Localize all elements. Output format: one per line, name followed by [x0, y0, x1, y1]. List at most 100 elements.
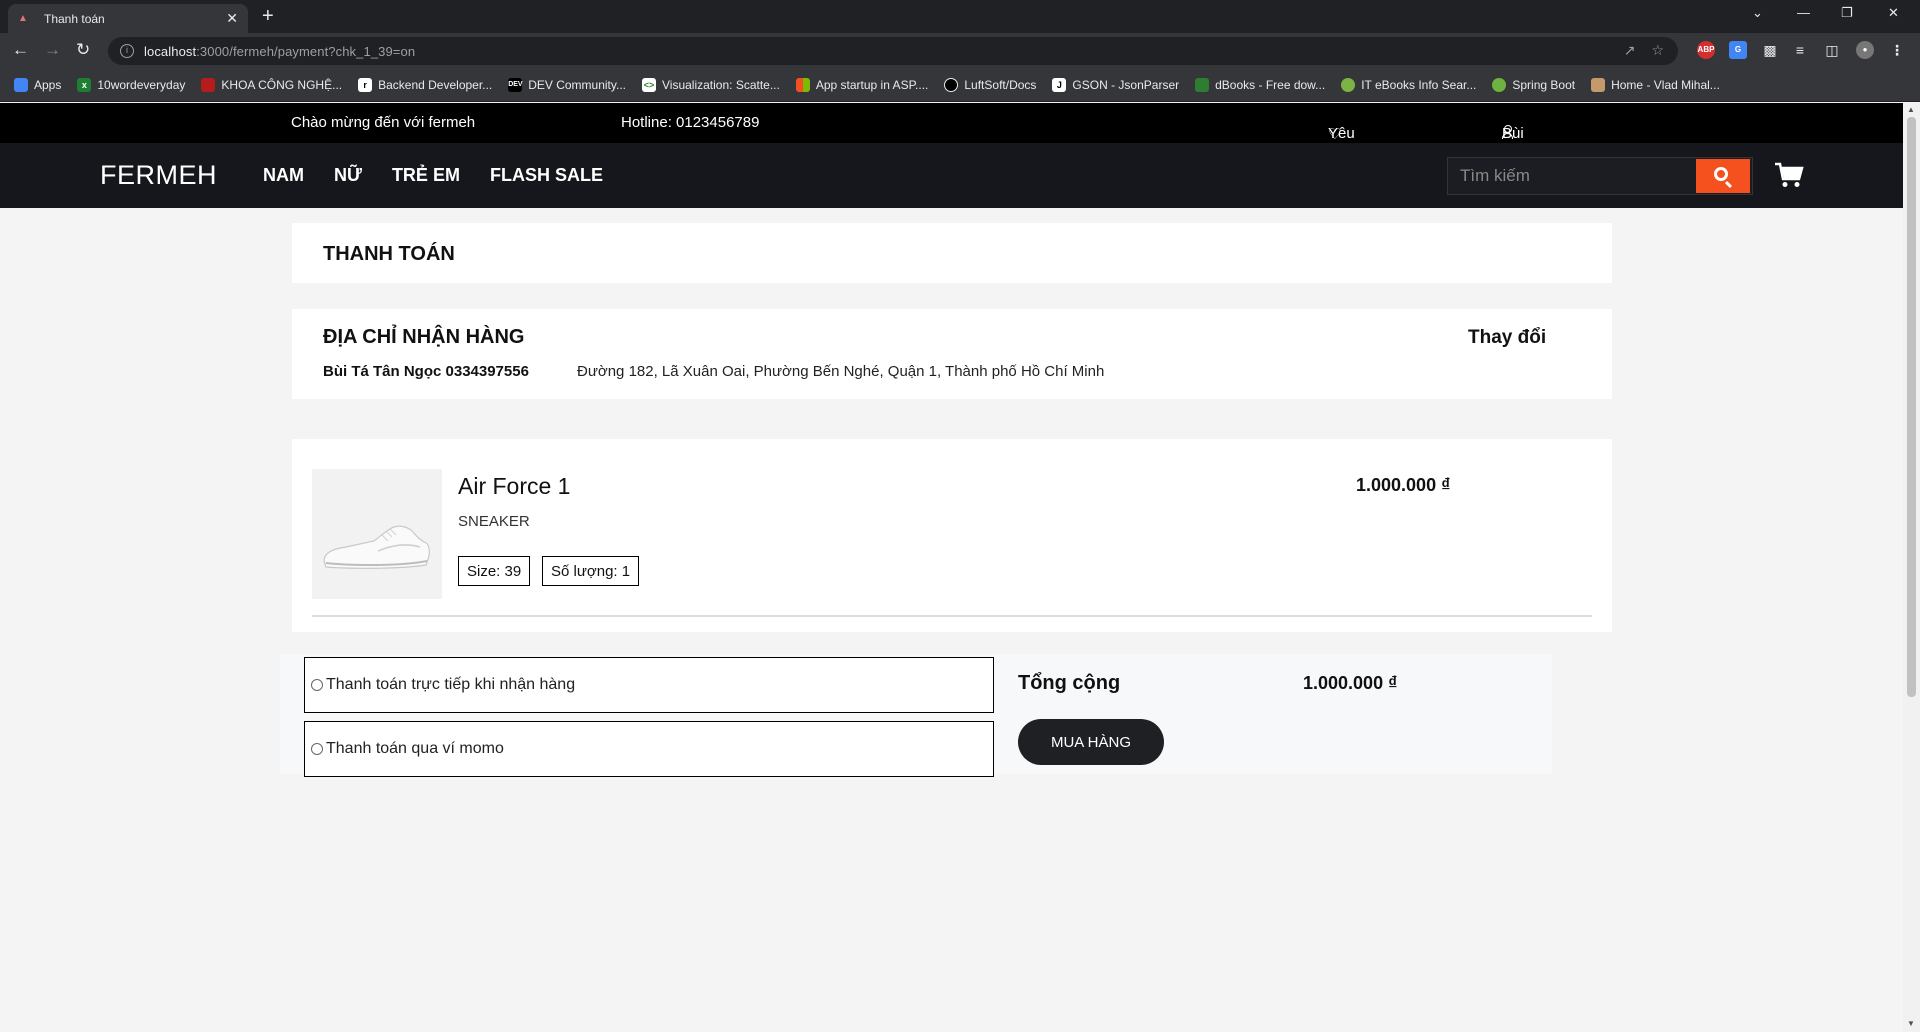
- nav-item-nam[interactable]: NAM: [263, 165, 304, 186]
- page-title: THANH TOÁN: [323, 243, 455, 265]
- school-icon: [201, 78, 216, 92]
- avatar-icon: [1591, 78, 1606, 92]
- payment-option-momo[interactable]: Thanh toán qua ví momo: [304, 721, 994, 777]
- microsoft-icon: [795, 78, 810, 92]
- nav-item-nu[interactable]: NỮ: [334, 165, 362, 186]
- momo-radio[interactable]: [311, 743, 323, 755]
- reload-icon[interactable]: ↻: [76, 40, 90, 60]
- dev-icon: DEV: [508, 78, 523, 92]
- bookmark-item[interactable]: Spring Boot: [1492, 78, 1575, 92]
- product-category: SNEAKER: [458, 513, 530, 530]
- bookmark-item[interactable]: J GSON - JsonParser: [1052, 78, 1179, 92]
- profile-avatar-icon[interactable]: ●: [1856, 41, 1874, 59]
- apps-grid-icon: [14, 78, 28, 92]
- excel-icon: x: [77, 78, 92, 92]
- search-icon: [1714, 167, 1728, 181]
- bookmark-label: IT eBooks Info Sear...: [1361, 78, 1477, 92]
- cod-radio[interactable]: [311, 679, 323, 691]
- bookmark-label: LuftSoft/Docs: [964, 78, 1037, 92]
- change-address-link[interactable]: Thay đổi: [1468, 327, 1546, 349]
- bookmark-label: KHOA CÔNG NGHỆ...: [221, 78, 343, 92]
- github-icon: [944, 78, 959, 92]
- bookmark-item[interactable]: DEV DEV Community...: [508, 78, 626, 92]
- reading-list-icon[interactable]: ≡: [1791, 41, 1809, 59]
- scroll-down-icon[interactable]: ▼: [1907, 1019, 1915, 1028]
- code-icon: <>: [642, 78, 656, 92]
- bookmark-label: Spring Boot: [1512, 78, 1576, 92]
- back-icon[interactable]: ←: [12, 40, 29, 60]
- sneaker-icon: [312, 469, 442, 599]
- site-topbar: Chào mừng đến với fermeh Hotline: 012345…: [0, 103, 1903, 193]
- extensions-puzzle-icon[interactable]: ▩: [1761, 41, 1779, 59]
- bookmark-label: App startup in ASP....: [815, 78, 929, 92]
- site-logo[interactable]: FERMEH: [100, 160, 217, 191]
- nav-menu: NAM NỮ TRẺ EM FLASH SALE: [263, 165, 603, 186]
- bookmark-item[interactable]: IT eBooks Info Sear...: [1341, 78, 1476, 92]
- order-item: Air Force 1 SNEAKER Size: 39 Số lượng: 1…: [292, 439, 1612, 632]
- roadmap-icon: r: [358, 78, 373, 92]
- url-text: localhost:3000/fermeh/payment?chk_1_39=o…: [144, 44, 415, 59]
- bookmark-label: Backend Developer...: [378, 78, 493, 92]
- search-input[interactable]: [1448, 158, 1698, 194]
- cart-icon[interactable]: [1774, 161, 1804, 189]
- product-name[interactable]: Air Force 1: [458, 473, 570, 500]
- payment-title-card: THANH TOÁN: [292, 223, 1612, 283]
- book-icon: [1195, 78, 1210, 92]
- translate-extension-icon[interactable]: G: [1729, 41, 1747, 59]
- total-value: 1.000.000 ₫: [1303, 673, 1398, 693]
- bookmark-item[interactable]: KHOA CÔNG NGHỆ...: [201, 78, 342, 92]
- scrollbar-thumb[interactable]: [1907, 117, 1916, 697]
- site-info-icon[interactable]: i: [120, 44, 134, 58]
- side-panel-icon[interactable]: ◫: [1823, 41, 1841, 59]
- checkout-panel: Thanh toán trực tiếp khi nhận hàng Thanh…: [280, 654, 1552, 777]
- j-icon: J: [1052, 78, 1067, 92]
- close-tab-icon[interactable]: ✕: [226, 10, 238, 27]
- bookmark-star-icon[interactable]: ☆: [1651, 42, 1664, 59]
- quantity-badge: Số lượng: 1: [542, 556, 640, 586]
- payment-option-cod[interactable]: Thanh toán trực tiếp khi nhận hàng: [304, 657, 994, 713]
- tab-title: Thanh toán: [44, 11, 105, 26]
- scroll-up-icon[interactable]: ▲: [1907, 105, 1915, 114]
- bookmark-apps[interactable]: Apps: [14, 78, 61, 92]
- nav-item-flash-sale[interactable]: FLASH SALE: [490, 165, 603, 186]
- page-scrollbar[interactable]: ▲ ▼: [1903, 103, 1920, 1032]
- browser-toolbar: ← → ↻ i localhost:3000/fermeh/payment?ch…: [0, 33, 1920, 69]
- product-price: 1.000.000 ₫: [1356, 475, 1451, 495]
- share-icon[interactable]: ↗: [1624, 42, 1636, 59]
- bookmark-item[interactable]: Home - Vlad Mihal...: [1591, 78, 1720, 92]
- divider: [312, 615, 1592, 617]
- adblock-extension-icon[interactable]: ABP: [1697, 41, 1715, 59]
- bookmark-label: DEV Community...: [528, 78, 626, 92]
- new-tab-icon[interactable]: +: [262, 6, 274, 26]
- recipient-name-phone: Bùi Tá Tân Ngọc 0334397556: [323, 363, 529, 380]
- bookmark-item[interactable]: x 10wordeveryday: [77, 78, 185, 92]
- restore-icon[interactable]: ❐: [1841, 5, 1853, 21]
- welcome-text: Chào mừng đến với fermeh: [291, 114, 476, 131]
- hotline-text: Hotline: 0123456789: [621, 114, 760, 131]
- address-bar[interactable]: i localhost:3000/fermeh/payment?chk_1_39…: [108, 37, 1678, 65]
- bookmark-item[interactable]: dBooks - Free dow...: [1195, 78, 1325, 92]
- shipping-address-card: ĐỊA CHỈ NHẬN HÀNG Thay đổi Bùi Tá Tân Ng…: [292, 309, 1612, 399]
- size-badge: Size: 39: [458, 556, 531, 586]
- buy-button[interactable]: MUA HÀNG: [1018, 719, 1164, 765]
- forward-icon[interactable]: →: [44, 40, 61, 60]
- browser-menu-icon[interactable]: ⋮: [1888, 41, 1906, 59]
- cod-label: Thanh toán trực tiếp khi nhận hàng: [326, 676, 576, 693]
- bookmark-item[interactable]: r Backend Developer...: [358, 78, 492, 92]
- main-nav: FERMEH NAM NỮ TRẺ EM FLASH SALE: [0, 143, 1903, 208]
- nav-item-tre-em[interactable]: TRẺ EM: [392, 165, 460, 186]
- close-window-icon[interactable]: ✕: [1888, 5, 1899, 21]
- tab-search-icon[interactable]: ⌄: [1752, 5, 1763, 21]
- minimize-icon[interactable]: —: [1797, 5, 1810, 20]
- bookmark-item[interactable]: App startup in ASP....: [795, 78, 929, 92]
- total-label: Tổng cộng: [1018, 672, 1121, 694]
- bookmark-label: dBooks - Free dow...: [1215, 78, 1326, 92]
- url-host: localhost: [144, 43, 197, 59]
- browser-tab-bar: ▲ Thanh toán ✕ + ⌄ — ❐ ✕: [0, 0, 1920, 33]
- browser-tab[interactable]: ▲ Thanh toán ✕: [8, 4, 248, 33]
- search-button[interactable]: [1696, 159, 1750, 193]
- shoe-favicon-icon: ▲: [18, 12, 28, 24]
- bookmark-item[interactable]: <> Visualization: Scatte...: [642, 78, 780, 92]
- bookmark-item[interactable]: LuftSoft/Docs: [944, 78, 1036, 92]
- spring-icon: [1492, 78, 1507, 92]
